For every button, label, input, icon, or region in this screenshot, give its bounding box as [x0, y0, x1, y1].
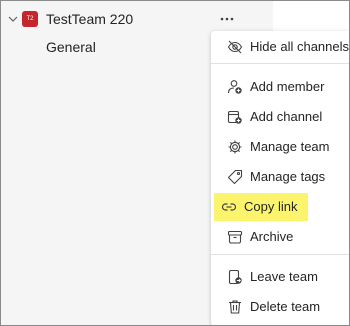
- screenshot-border: [0, 0, 350, 326]
